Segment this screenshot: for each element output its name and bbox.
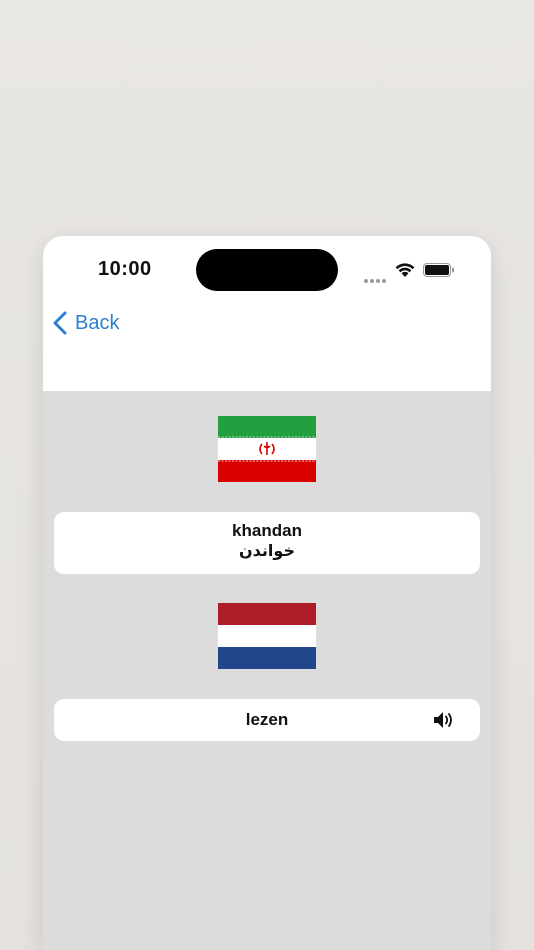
native-script-text: خواندن [239,543,295,560]
netherlands-flag-icon [218,603,316,669]
back-button[interactable]: Back [53,308,119,338]
target-word-card: lezen [54,699,480,741]
chevron-left-icon [53,311,67,335]
back-label: Back [75,311,120,334]
wifi-icon [394,262,416,283]
battery-icon [423,263,455,282]
dynamic-island [196,249,338,291]
signal-dots-icon [364,270,388,288]
status-time: 10:00 [98,258,152,280]
transliteration-text: khandan [232,521,302,540]
source-word-card: khandan خواندن [54,512,480,574]
translation-text: lezen [245,710,289,729]
iran-flag-icon [218,416,316,482]
speaker-icon[interactable] [432,710,456,735]
phone-screen: 10:00 Back khandan خواندن lezen [43,236,491,950]
navigation-header: 10:00 Back [43,236,491,391]
